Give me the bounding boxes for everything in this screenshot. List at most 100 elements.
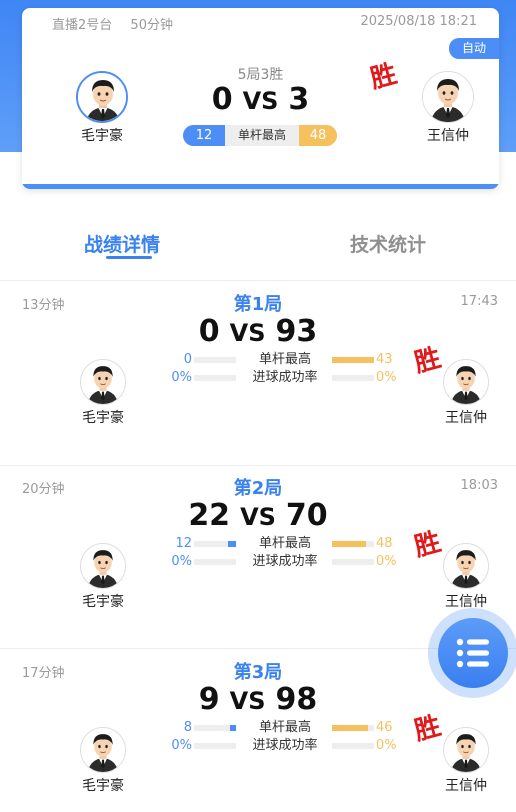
best-break-right: 46: [376, 720, 393, 735]
score-right: 98: [275, 682, 318, 717]
score-right: 93: [275, 314, 318, 349]
match-meta: 直播2号台 50分钟: [52, 14, 187, 33]
player-avatar[interactable]: [443, 727, 489, 773]
bar-fill: [227, 541, 236, 547]
pot-rate-row: 0% 进球成功率 0%: [150, 370, 400, 386]
player-avatar-icon: [81, 728, 125, 772]
player-avatar-icon: [444, 728, 488, 772]
player-left[interactable]: 毛宇豪: [68, 543, 138, 611]
player-avatar[interactable]: [80, 359, 126, 405]
best-break-left: 12: [175, 536, 192, 551]
bar-fill: [332, 357, 374, 363]
best-break-left: 12: [183, 125, 225, 146]
best-break-left-bar: [194, 541, 236, 547]
player-avatar[interactable]: [443, 543, 489, 589]
tab-technical-stats[interactable]: 技术统计: [350, 230, 426, 257]
best-break-row: 12 单杆最高 48: [150, 536, 400, 552]
best-break-row: 8 单杆最高 46: [150, 720, 400, 736]
best-break-pill: 12 单杆最高 48: [183, 125, 337, 146]
bar-fill: [332, 725, 368, 731]
player-name: 毛宇豪: [82, 594, 124, 610]
vs-label: VS: [242, 87, 279, 115]
player-avatar[interactable]: [422, 71, 474, 123]
score-left: 0: [211, 82, 233, 117]
player-avatar[interactable]: [80, 543, 126, 589]
player-avatar-icon: [81, 360, 125, 404]
pot-rate-label: 进球成功率: [252, 738, 318, 753]
player-avatar[interactable]: [80, 727, 126, 773]
best-break-label: 单杆最高: [237, 128, 286, 142]
game-title: 第1局: [233, 294, 283, 315]
tab-match-details[interactable]: 战绩详情: [84, 230, 160, 257]
match-duration: 50分钟: [130, 18, 173, 33]
match-detail-page: 直播2号台 50分钟 2025/08/18 18:21 自动 5局3胜 0 VS 3…: [0, 0, 516, 812]
vs-label: VS: [229, 687, 266, 715]
player-avatar-icon: [78, 73, 126, 121]
score-left: 22: [188, 498, 231, 533]
best-break-row: 0 单杆最高 43: [150, 352, 400, 368]
player-avatar-icon: [423, 72, 473, 122]
match-summary-card: 直播2号台 50分钟 2025/08/18 18:21 自动 5局3胜 0 VS 3…: [22, 8, 499, 189]
tab-active-indicator: [106, 256, 152, 259]
player-avatar-icon: [444, 544, 488, 588]
score-left: 0: [198, 314, 220, 349]
best-break-right: 48: [376, 536, 393, 551]
player-left[interactable]: 毛宇豪: [62, 71, 142, 145]
bar-fill: [332, 541, 366, 547]
pot-rate-left: 0%: [171, 738, 192, 753]
game-score: 9 VS 98: [0, 682, 516, 717]
player-right[interactable]: 王信仲: [408, 71, 488, 145]
game-card: 13分钟 17:43 第1局 0 VS 93 0 单杆最高 43 0% 进球成功率 …: [0, 282, 516, 466]
pot-rate-right-bar: [332, 743, 374, 749]
pot-rate-right: 0%: [376, 738, 397, 753]
match-datetime: 2025/08/18 18:21: [360, 14, 477, 29]
score-right: 70: [285, 498, 328, 533]
score-left: 9: [198, 682, 220, 717]
vs-label: VS: [229, 319, 266, 347]
pot-rate-right: 0%: [376, 554, 397, 569]
menu-button[interactable]: [438, 618, 508, 688]
pot-rate-row: 0% 进球成功率 0%: [150, 738, 400, 754]
pot-rate-right: 0%: [376, 370, 397, 385]
player-name: 毛宇豪: [82, 410, 124, 426]
pot-rate-label: 进球成功率: [252, 370, 318, 385]
player-name: 王信仲: [445, 778, 487, 794]
game-score: 22 VS 70: [0, 498, 516, 533]
player-avatar[interactable]: [76, 71, 128, 123]
pot-rate-left-bar: [194, 375, 236, 381]
pot-rate-right-bar: [332, 559, 374, 565]
mode-badge: 自动: [449, 38, 499, 59]
player-name: 毛宇豪: [81, 128, 123, 144]
best-break-right-bar: [332, 541, 374, 547]
player-left[interactable]: 毛宇豪: [68, 727, 138, 795]
best-break-label: 单杆最高: [258, 352, 311, 367]
best-break-right-bar: [332, 725, 374, 731]
pot-rate-left-bar: [194, 559, 236, 565]
best-break-label: 单杆最高: [258, 536, 311, 551]
best-break-left: 0: [183, 352, 192, 367]
bar-fill: [229, 725, 236, 731]
tab-bar: 战绩详情 技术统计: [0, 222, 516, 272]
player-avatar[interactable]: [443, 359, 489, 405]
pot-rate-left: 0%: [171, 370, 192, 385]
player-name: 王信仲: [427, 128, 469, 144]
score-right: 3: [288, 82, 310, 117]
pot-rate-right-bar: [332, 375, 374, 381]
best-break-left-bar: [194, 357, 236, 363]
table-name: 直播2号台: [52, 18, 113, 33]
divider: [0, 280, 516, 281]
vs-label: VS: [240, 503, 276, 531]
player-avatar-icon: [444, 360, 488, 404]
best-break-right-bar: [332, 357, 374, 363]
player-left[interactable]: 毛宇豪: [68, 359, 138, 427]
pot-rate-label: 进球成功率: [252, 554, 318, 569]
pot-rate-left: 0%: [171, 554, 192, 569]
pot-rate-row: 0% 进球成功率 0%: [150, 554, 400, 570]
best-break-label: 单杆最高: [258, 720, 311, 735]
best-break-left-bar: [194, 725, 236, 731]
pot-rate-left-bar: [194, 743, 236, 749]
best-break-right: 43: [376, 352, 393, 367]
game-score: 0 VS 93: [0, 314, 516, 349]
player-name: 王信仲: [445, 410, 487, 426]
best-break-left: 8: [183, 720, 192, 735]
